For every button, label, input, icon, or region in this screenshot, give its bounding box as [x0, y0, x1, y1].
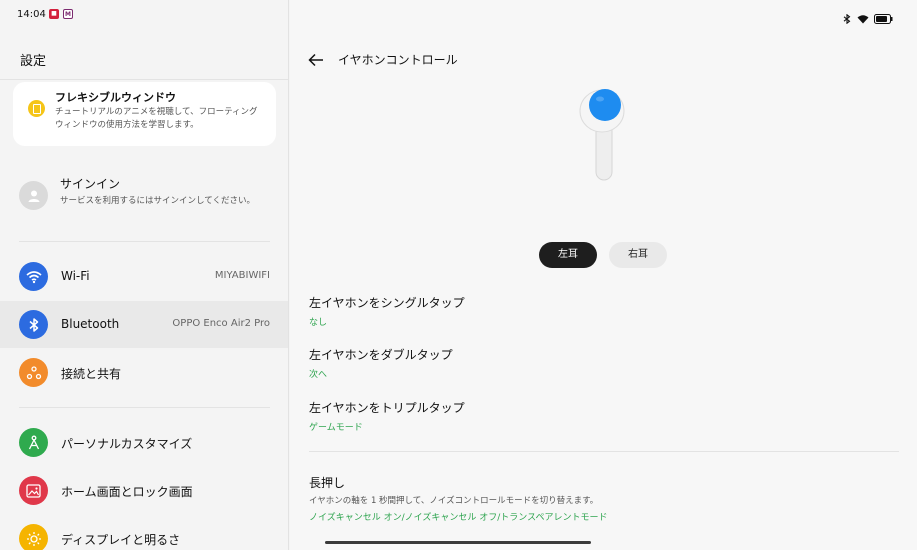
settings-sidebar: 14:04 ■ M 設定 フレキシブルウィンドウ チュートリアルのアニメを視聴し…: [0, 0, 289, 550]
app-notification-icon: ■: [49, 9, 59, 19]
sidebar-item-label: Wi-Fi: [61, 269, 90, 283]
app-m-icon: M: [63, 9, 73, 19]
triple-tap-value: ゲームモード: [309, 423, 363, 433]
signin-item[interactable]: サインイン サービスを利用するにはサインインしてください。: [0, 168, 288, 228]
signin-desc: サービスを利用するにはサインインしてください。: [60, 196, 255, 206]
bluetooth-status-icon: [843, 9, 852, 28]
earbud-image: [576, 82, 632, 184]
single-tap-title[interactable]: 左イヤホンをシングルタップ: [309, 294, 465, 311]
tab-left-ear[interactable]: 左耳: [539, 242, 597, 268]
status-bar-right: [843, 9, 893, 28]
home-indicator: [325, 541, 591, 544]
single-tap-value: なし: [309, 318, 328, 328]
sidebar-item-label: ホーム画面とロック画面: [61, 485, 193, 499]
back-arrow-icon[interactable]: [308, 52, 324, 67]
sidebar-item-personalize[interactable]: パーソナルカスタマイズ: [0, 419, 288, 466]
divider: [19, 241, 270, 242]
sidebar-item-label: ディスプレイと明るさ: [61, 533, 181, 547]
signin-title: サインイン: [60, 177, 121, 191]
brightness-icon: [19, 524, 48, 550]
settings-title: 設定: [20, 54, 47, 69]
divider: [0, 79, 288, 80]
flexible-window-card[interactable]: フレキシブルウィンドウ チュートリアルのアニメを視聴して、フローティングウィンド…: [13, 82, 276, 146]
flexible-window-icon: [28, 100, 45, 117]
earphone-control-panel: イヤホンコントロール 左耳 右耳 左イヤホンをシングルタップ なし 左イヤホンを…: [290, 0, 917, 550]
flexible-window-title: フレキシブルウィンドウ: [55, 91, 176, 104]
tab-right-ear[interactable]: 右耳: [609, 242, 667, 268]
long-press-title[interactable]: 長押し: [309, 474, 345, 491]
wifi-status-icon: [857, 9, 869, 28]
sidebar-item-value: OPPO Enco Air2 Pro: [172, 318, 270, 329]
personalize-icon: [19, 428, 48, 457]
share-icon: [19, 358, 48, 387]
battery-icon: [874, 9, 893, 28]
bluetooth-icon: [19, 310, 48, 339]
flexible-window-desc: チュートリアルのアニメを視聴して、フローティングウィンドウの使用方法を学習します…: [55, 107, 258, 130]
long-press-desc: イヤホンの軸を 1 秒間押して、ノイズコントロールモードを切り替えます。: [309, 496, 599, 506]
wallpaper-icon: [19, 476, 48, 505]
sidebar-item-wifi[interactable]: Wi-Fi MIYABIWIFI: [0, 253, 288, 300]
page-title: イヤホンコントロール: [338, 53, 458, 67]
sidebar-item-label: 接続と共有: [61, 367, 122, 381]
double-tap-title[interactable]: 左イヤホンをダブルタップ: [309, 346, 453, 363]
sidebar-item-display[interactable]: ディスプレイと明るさ: [0, 515, 288, 550]
long-press-value: ノイズキャンセル オン/ノイズキャンセル オフ/トランスペアレントモード: [309, 513, 608, 523]
sidebar-item-label: Bluetooth: [61, 317, 120, 331]
status-time: 14:04: [17, 9, 46, 20]
divider: [309, 451, 899, 452]
sidebar-item-bluetooth[interactable]: Bluetooth OPPO Enco Air2 Pro: [0, 301, 288, 348]
wifi-icon: [19, 262, 48, 291]
sidebar-item-value: MIYABIWIFI: [214, 270, 270, 281]
sidebar-item-wallpaper[interactable]: ホーム画面とロック画面: [0, 467, 288, 514]
divider: [19, 407, 270, 408]
sidebar-item-connection-sharing[interactable]: 接続と共有: [0, 349, 288, 396]
triple-tap-title[interactable]: 左イヤホンをトリプルタップ: [309, 399, 465, 416]
avatar-icon: [19, 181, 48, 210]
double-tap-value: 次へ: [309, 370, 328, 380]
status-app-icons: ■ M: [49, 9, 73, 19]
sidebar-item-label: パーソナルカスタマイズ: [61, 437, 193, 451]
